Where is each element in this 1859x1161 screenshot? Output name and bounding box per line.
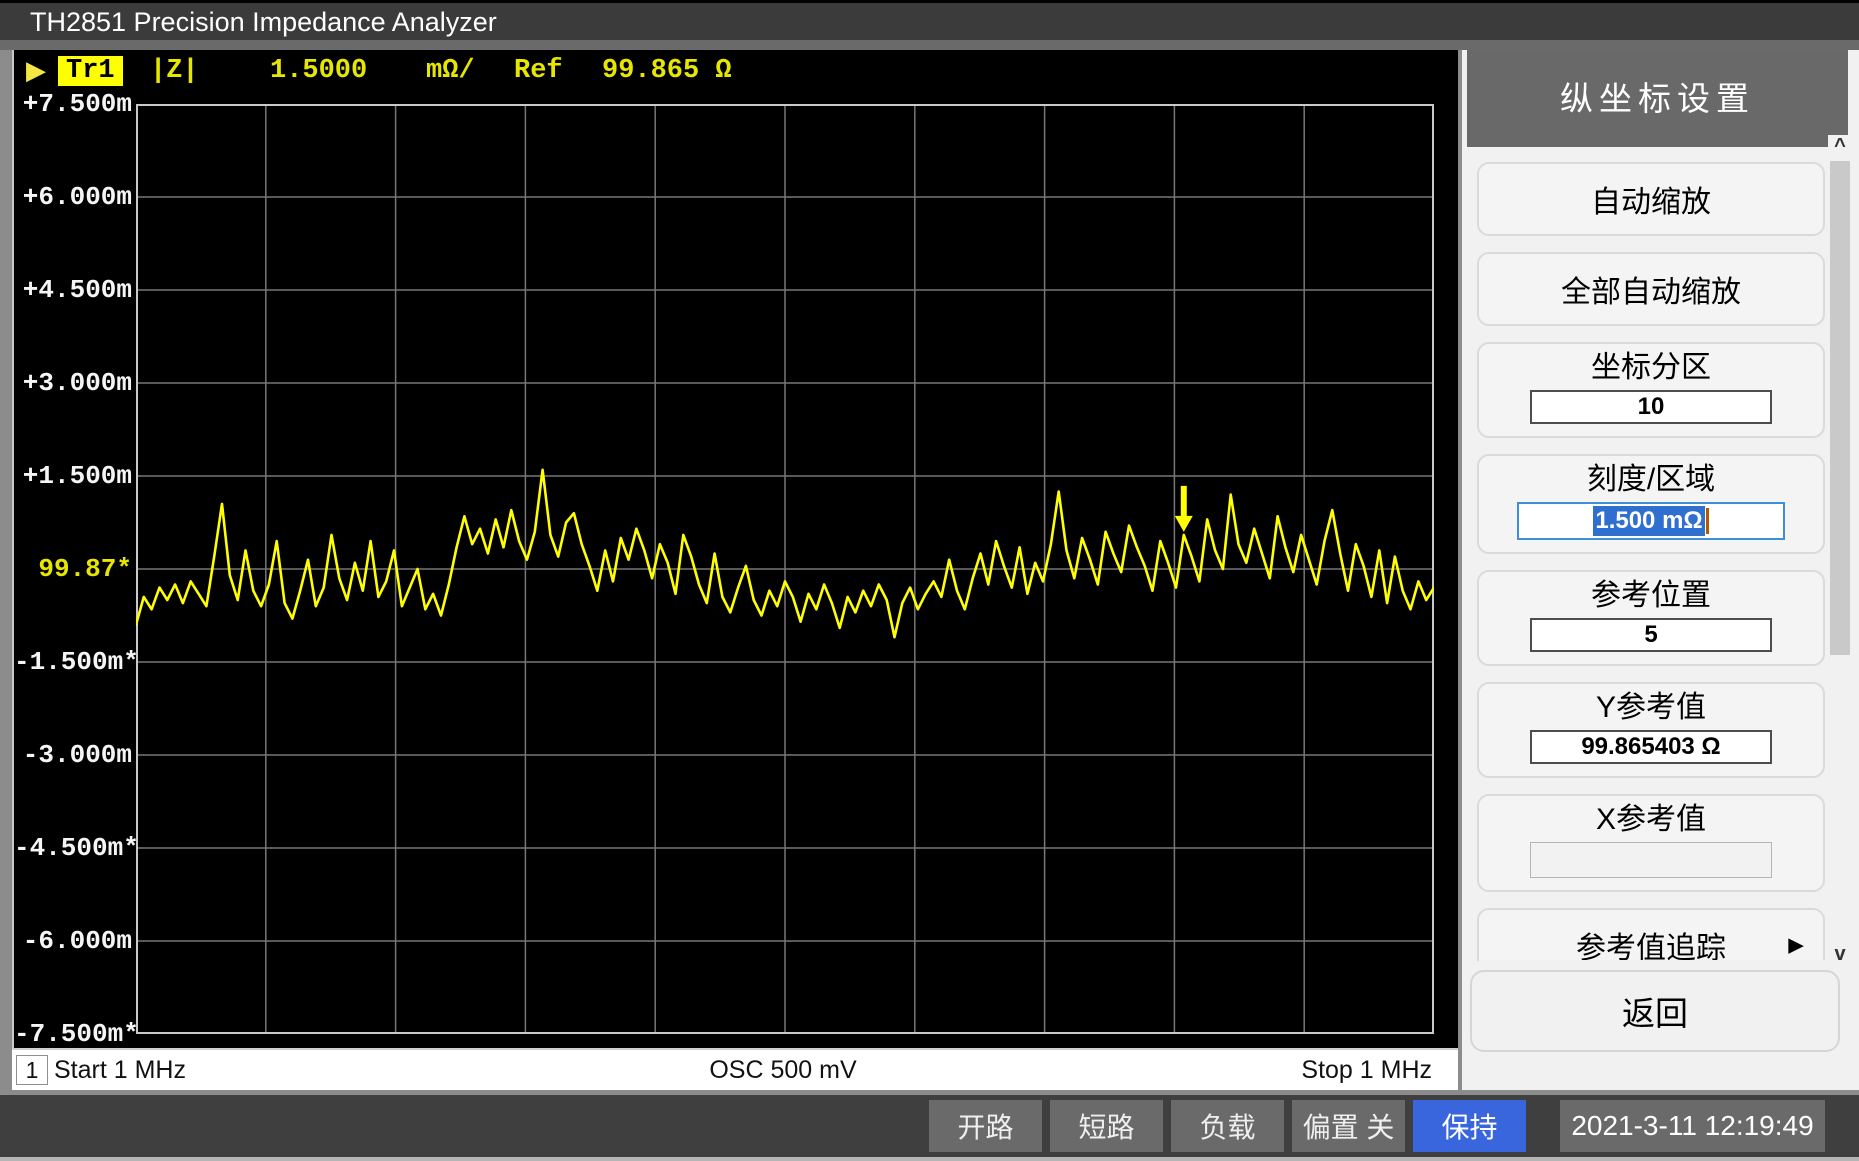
y-tick-label: +4.500m: [14, 275, 132, 305]
bottom-toolbar: 开路短路负载偏置 关保持 2021-3-11 12:19:49: [0, 1095, 1859, 1161]
sidebar-group-x-reference-value: X参考值: [1477, 794, 1825, 892]
sidebar-group-scale-per-division: 刻度/区域 1.500 mΩ: [1477, 454, 1825, 554]
toolbar-button-bias-off[interactable]: 偏置 关: [1292, 1100, 1405, 1152]
trace-scale-value: 1.5000: [270, 56, 367, 86]
y-tick-label: -7.500m*: [14, 1019, 132, 1049]
y-reference-value-input[interactable]: 99.865403 Ω: [1530, 730, 1772, 764]
trace-scale-unit: mΩ/: [426, 56, 475, 86]
y-tick-label: +7.500m: [14, 89, 132, 119]
sidebar-group-reference-position: 参考位置 5: [1477, 570, 1825, 666]
toolbar-button-load-correction[interactable]: 负载: [1171, 1100, 1284, 1152]
grid-lines: [136, 104, 1434, 1034]
y-tick-label: -4.500m*: [14, 833, 132, 863]
scroll-up-icon[interactable]: ^: [1828, 135, 1852, 157]
field-label: 坐标分区: [1591, 350, 1711, 386]
sweep-status-strip: 1 Start 1 MHz OSC 500 mV Stop 1 MHz: [12, 1048, 1458, 1090]
y-tick-label: -1.500m*: [14, 647, 132, 677]
return-button[interactable]: 返回: [1470, 970, 1840, 1052]
field-label: X参考值: [1596, 802, 1706, 838]
start-frequency: Start 1 MHz: [54, 1056, 186, 1085]
window-titlebar: TH2851 Precision Impedance Analyzer: [0, 0, 1859, 40]
toolbar-buttons: 开路短路负载偏置 关保持: [929, 1100, 1526, 1152]
selected-text: 1.500 mΩ: [1593, 506, 1704, 536]
stop-frequency: Stop 1 MHz: [1301, 1056, 1432, 1085]
field-label: 刻度/区域: [1587, 462, 1715, 498]
sidebar-button-auto-scale[interactable]: 自动缩放: [1477, 162, 1825, 236]
trace-info-bar: ▶ Tr1 |Z| 1.5000 mΩ/ Ref 99.865 Ω: [14, 56, 1458, 92]
x-reference-value-input[interactable]: [1530, 842, 1772, 878]
scroll-down-icon[interactable]: v: [1828, 943, 1852, 965]
sidebar-items: 自动缩放全部自动缩放坐标分区 10 刻度/区域 1.500 mΩ 参考位置 5 Y参考值 99…: [1477, 162, 1825, 1048]
sidebar-button-auto-scale-all[interactable]: 全部自动缩放: [1477, 252, 1825, 326]
button-label: 参考值追踪: [1576, 923, 1726, 967]
submenu-arrow-icon: ►: [1783, 930, 1809, 961]
toolbar-button-hold[interactable]: 保持: [1413, 1100, 1526, 1152]
button-label: 全部自动缩放: [1561, 267, 1741, 311]
clock-display: 2021-3-11 12:19:49: [1560, 1100, 1825, 1152]
sidebar-title: 纵坐标设置: [1467, 50, 1848, 147]
y-tick-label: -6.000m: [14, 926, 132, 956]
y-tick-label: +1.500m: [14, 461, 132, 491]
sidebar-group-y-reference-value: Y参考值 99.865403 Ω: [1477, 682, 1825, 778]
field-label: Y参考值: [1596, 690, 1706, 726]
frame-strip: [0, 40, 1859, 50]
trace-ref-value: 99.865 Ω: [602, 56, 732, 86]
y-tick-label: +6.000m: [14, 182, 132, 212]
osc-level: OSC 500 mV: [709, 1056, 856, 1085]
sidebar-scrollbar: ^ v: [1828, 135, 1852, 965]
scale-per-division-input[interactable]: 1.500 mΩ: [1517, 502, 1785, 540]
sidebar-group-axis-divisions: 坐标分区 10: [1477, 342, 1825, 438]
text-caret: [1706, 508, 1709, 534]
trace-function[interactable]: |Z|: [150, 56, 199, 86]
reference-position-input[interactable]: 5: [1530, 618, 1772, 652]
softkey-sidebar: 纵坐标设置 自动缩放全部自动缩放坐标分区 10 刻度/区域 1.500 mΩ 参考位置 5…: [1462, 50, 1859, 1090]
toolbar-button-short-correction[interactable]: 短路: [1050, 1100, 1163, 1152]
window-title: TH2851 Precision Impedance Analyzer: [30, 7, 497, 37]
marker-down-arrow-icon[interactable]: [1175, 486, 1193, 532]
y-tick-label: 99.87*: [14, 554, 132, 584]
plot-svg: [136, 104, 1434, 1034]
channel-indicator[interactable]: 1: [16, 1055, 48, 1085]
y-axis-labels: +7.500m +6.000m +4.500m +3.000m +1.500m 99.87…: [14, 50, 132, 1048]
button-label: 自动缩放: [1591, 177, 1711, 221]
field-label: 参考位置: [1591, 578, 1711, 614]
plot-area: [136, 104, 1434, 1034]
toolbar-button-open-correction[interactable]: 开路: [929, 1100, 1042, 1152]
y-tick-label: +3.000m: [14, 368, 132, 398]
scrollbar-thumb[interactable]: [1830, 161, 1850, 655]
chart-panel: ▶ Tr1 |Z| 1.5000 mΩ/ Ref 99.865 Ω +7.500…: [12, 50, 1458, 1048]
trace-ref-label: Ref: [514, 56, 563, 86]
y-tick-label: -3.000m: [14, 740, 132, 770]
axis-divisions-input[interactable]: 10: [1530, 390, 1772, 424]
